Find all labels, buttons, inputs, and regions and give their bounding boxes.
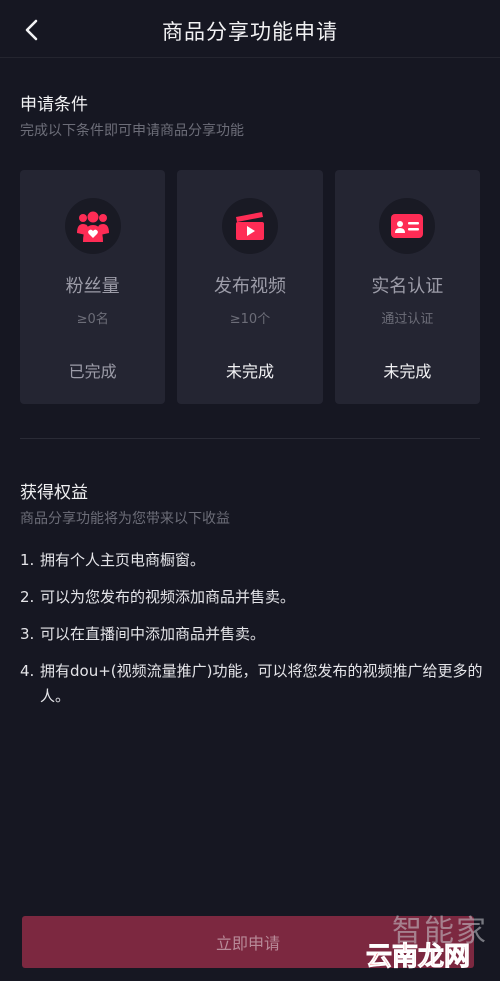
benefits-title: 获得权益 — [20, 483, 88, 503]
fans-icon — [64, 198, 121, 254]
conditions-title: 申请条件 — [20, 95, 88, 115]
list-item-text: 可以在直播间中添加商品并售卖。 — [40, 625, 266, 643]
list-item: 1. 拥有个人主页电商橱窗。 — [20, 548, 484, 573]
condition-card-fans: 粉丝量 ≥0名 已完成 — [20, 170, 166, 404]
top-bar: 商品分享功能申请 — [0, 0, 500, 58]
condition-status: 已完成 — [68, 362, 117, 381]
condition-name: 实名认证 — [371, 276, 444, 297]
list-item: 2. 可以为您发布的视频添加商品并售卖。 — [20, 585, 484, 610]
condition-name: 粉丝量 — [65, 276, 120, 297]
list-item-number: 1. — [20, 551, 35, 569]
section-divider — [20, 438, 480, 439]
list-item-number: 2. — [20, 588, 35, 606]
condition-name: 发布视频 — [213, 276, 286, 297]
conditions-cards: 粉丝量 ≥0名 已完成 发布视频 ≥10个 未完成 实名认证 通过认证 未完成 — [20, 170, 480, 404]
watermark-logo: 云南龙网 — [365, 942, 470, 973]
list-item-number: 3. — [20, 625, 35, 643]
id-card-icon — [379, 198, 436, 254]
list-item-text: 可以为您发布的视频添加商品并售卖。 — [40, 588, 296, 606]
condition-requirement: ≥10个 — [229, 312, 271, 327]
list-item-number: 4. — [20, 662, 35, 680]
condition-status: 未完成 — [383, 362, 432, 381]
list-item-text: 拥有个人主页电商橱窗。 — [40, 551, 206, 569]
conditions-subtitle: 完成以下条件即可申请商品分享功能 — [20, 123, 244, 139]
list-item-text: 拥有dou+(视频流量推广)功能，可以将您发布的视频推广给更多的人。 — [40, 662, 483, 705]
condition-requirement: ≥0名 — [76, 312, 109, 327]
list-item: 3. 可以在直播间中添加商品并售卖。 — [20, 622, 484, 647]
condition-card-verify: 实名认证 通过认证 未完成 — [334, 170, 480, 404]
benefits-list: 1. 拥有个人主页电商橱窗。 2. 可以为您发布的视频添加商品并售卖。 3. 可… — [20, 548, 484, 721]
video-clapper-icon — [221, 198, 278, 254]
condition-card-video: 发布视频 ≥10个 未完成 — [177, 170, 323, 404]
page-title: 商品分享功能申请 — [162, 20, 338, 44]
list-item: 4. 拥有dou+(视频流量推广)功能，可以将您发布的视频推广给更多的人。 — [20, 659, 484, 709]
condition-requirement: 通过认证 — [381, 312, 434, 327]
benefits-subtitle: 商品分享功能将为您带来以下收益 — [20, 511, 230, 527]
condition-status: 未完成 — [225, 362, 274, 381]
